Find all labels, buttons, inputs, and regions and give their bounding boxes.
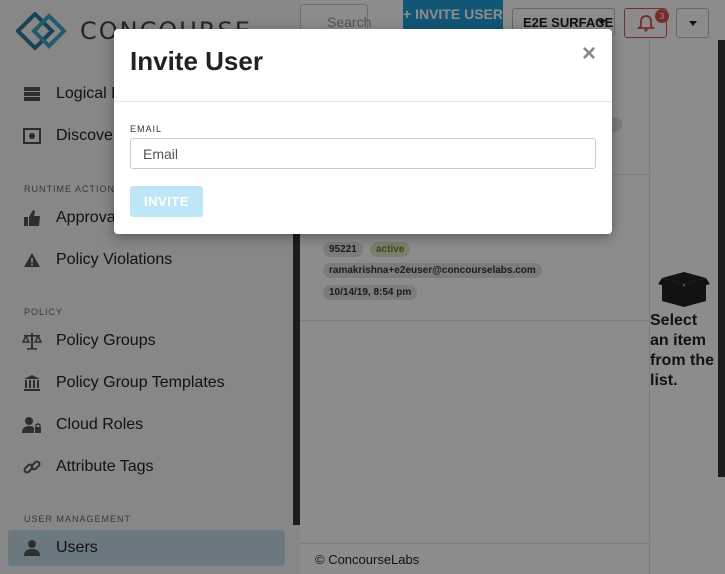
invite-button[interactable]: INVITE [130,186,203,217]
modal-header: Invite User × [114,29,612,102]
invite-user-modal: Invite User × EMAIL INVITE [114,29,612,234]
email-label: EMAIL [130,124,163,134]
close-icon[interactable]: × [578,42,600,66]
modal-title: Invite User [130,46,263,76]
email-field[interactable] [130,138,596,169]
